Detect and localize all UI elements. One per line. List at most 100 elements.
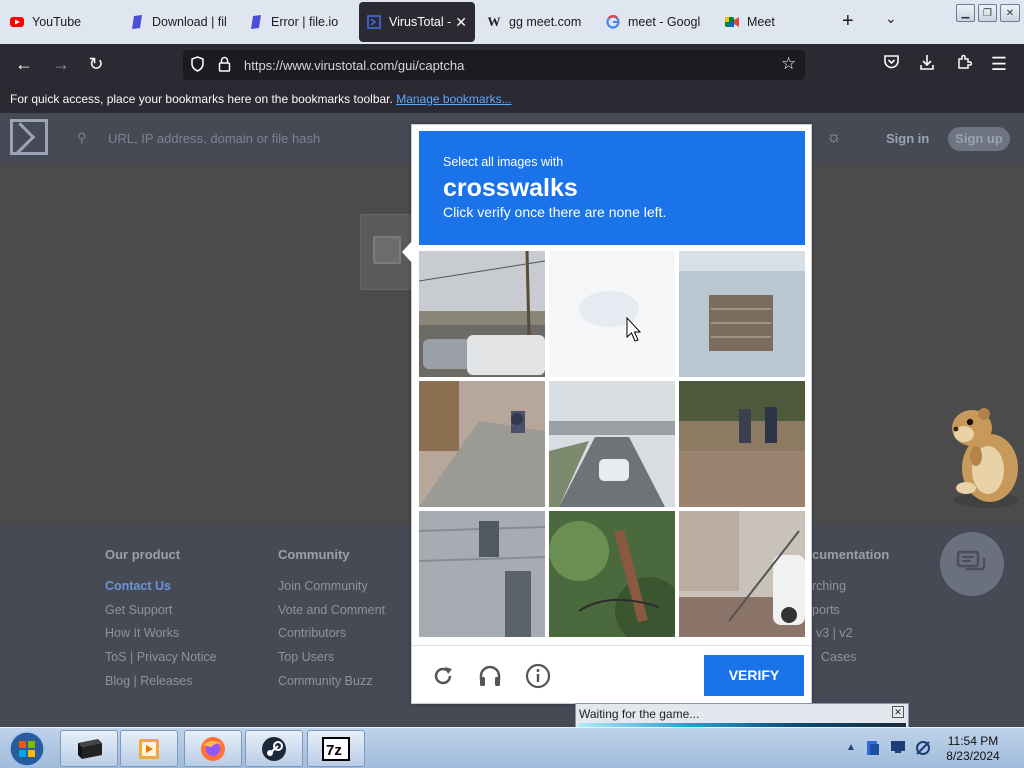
close-window-icon[interactable]: ✕ <box>1000 4 1020 22</box>
captcha-prompt: Select all images with crosswalks Click … <box>419 131 805 245</box>
taskbar-7zip[interactable]: 7z <box>307 730 365 767</box>
tab-meet-search[interactable]: W gg meet.com <box>487 2 592 42</box>
footer-link[interactable]: Community Buzz <box>278 674 385 698</box>
verify-button[interactable]: VERIFY <box>704 655 804 696</box>
tray-expand-icon[interactable]: ▲ <box>846 742 856 753</box>
tab-label: meet - Googl <box>628 15 701 29</box>
tab-label: VirusTotal - <box>389 15 452 29</box>
sun-icon[interactable]: ☼ <box>826 127 842 147</box>
reload-icon[interactable]: ↻ <box>85 54 107 75</box>
lock-icon[interactable] <box>218 56 231 76</box>
headphones-icon[interactable] <box>477 663 503 689</box>
footer-link[interactable]: Join Community <box>278 579 385 603</box>
bookmark-star-icon[interactable]: ☆ <box>781 54 796 74</box>
captcha-tile[interactable] <box>679 381 805 507</box>
tab-label: Meet <box>747 15 775 29</box>
virustotal-icon <box>367 15 381 29</box>
captcha-challenge: Select all images with crosswalks Click … <box>402 124 812 704</box>
bookmarks-toolbar: For quick access, place your bookmarks h… <box>0 86 1024 113</box>
sign-in-link[interactable]: Sign in <box>886 131 929 146</box>
shield-icon[interactable] <box>190 56 205 76</box>
svg-text:7z: 7z <box>326 742 342 759</box>
footer-link[interactable]: Contact Us <box>105 579 217 603</box>
captcha-tile[interactable] <box>419 511 545 637</box>
fileio-icon <box>249 15 263 29</box>
youtube-icon <box>10 15 24 29</box>
footer-link[interactable]: Blog | Releases <box>105 674 217 698</box>
captcha-tile[interactable] <box>549 511 675 637</box>
sign-up-button[interactable]: Sign up <box>948 127 1010 151</box>
start-button[interactable] <box>5 728 49 768</box>
new-tab-icon[interactable]: + <box>842 10 854 33</box>
chevron-down-icon[interactable]: ⌄ <box>885 10 897 27</box>
footer-link[interactable]: rching <box>812 579 889 603</box>
footer-column-documentation: cumentation rching ports v3 | v2 Cases <box>812 547 889 674</box>
system-clock[interactable]: 11:54 PM 8/23/2024 <box>938 734 1008 764</box>
footer-heading: Our product <box>105 547 181 562</box>
pocket-icon[interactable] <box>880 54 902 75</box>
tab-youtube[interactable]: YouTube <box>10 2 120 42</box>
footer-link[interactable]: ports <box>812 603 889 627</box>
tray-network-icon[interactable] <box>915 740 931 759</box>
prompt-instruction: Select all images with <box>443 155 564 169</box>
fileio-icon <box>130 15 144 29</box>
footer-link[interactable]: Cases <box>812 650 889 674</box>
popup-text: Waiting for the game... <box>579 707 700 721</box>
navigation-bar: ← → ↻ https://www.virustotal.com/gui/cap… <box>0 44 1024 86</box>
taskbar-firefox[interactable] <box>184 730 242 767</box>
tab-virustotal[interactable]: VirusTotal - ✕ <box>359 2 475 42</box>
footer-link[interactable]: How It Works <box>105 626 217 650</box>
footer-column-product: Our product Contact Us Get Support How I… <box>105 547 217 697</box>
clock-time: 11:54 PM <box>947 734 999 748</box>
captcha-tile[interactable] <box>419 381 545 507</box>
forward-icon[interactable]: → <box>50 54 72 75</box>
search-input[interactable]: URL, IP address, domain or file hash <box>108 131 320 146</box>
tab-google[interactable]: meet - Googl <box>606 2 706 42</box>
footer-link[interactable]: Vote and Comment <box>278 603 385 627</box>
tray-display-icon[interactable] <box>890 740 906 757</box>
captcha-tile[interactable] <box>549 381 675 507</box>
captcha-tile[interactable] <box>679 511 805 637</box>
footer-link[interactable]: Contributors <box>278 626 385 650</box>
prompt-target: crosswalks <box>443 174 578 202</box>
footer-heading: Community <box>278 547 350 562</box>
url-text[interactable]: https://www.virustotal.com/gui/captcha <box>244 58 464 73</box>
virustotal-logo-icon[interactable] <box>10 119 48 155</box>
footer-link[interactable]: Get Support <box>105 603 217 627</box>
taskbar: 7z ▲ 11:54 PM 8/23/2024 <box>0 727 1024 768</box>
menu-icon[interactable]: ☰ <box>988 54 1010 75</box>
taskbar-steam[interactable] <box>245 730 303 767</box>
captcha-divider <box>412 645 811 646</box>
tab-label: Download | fil <box>152 15 227 29</box>
mouse-pointer-icon <box>626 316 642 343</box>
captcha-tile[interactable] <box>549 251 675 377</box>
prompt-hint: Click verify once there are none left. <box>443 204 667 220</box>
footer-heading: cumentation <box>812 547 890 562</box>
info-icon[interactable] <box>525 663 551 689</box>
taskbar-media-player[interactable] <box>120 730 178 767</box>
download-icon[interactable] <box>916 54 938 75</box>
manage-bookmarks-link[interactable]: Manage bookmarks... <box>396 92 511 106</box>
footer-link[interactable]: Top Users <box>278 650 385 674</box>
taskbar-terminal[interactable] <box>60 730 118 767</box>
tray-app-icon[interactable] <box>866 740 880 759</box>
chat-icon[interactable] <box>940 532 1004 596</box>
footer-link[interactable]: v3 | v2 <box>812 626 889 650</box>
captcha-tile[interactable] <box>679 251 805 377</box>
close-icon[interactable]: ✕ <box>892 706 904 718</box>
recaptcha-checkbox[interactable] <box>373 236 401 264</box>
footer-link[interactable]: ToS | Privacy Notice <box>105 650 217 674</box>
tab-label: YouTube <box>32 15 82 29</box>
extensions-icon[interactable] <box>953 54 975 75</box>
captcha-tile[interactable] <box>419 251 545 377</box>
tab-meet[interactable]: Meet <box>725 2 825 42</box>
close-icon[interactable]: ✕ <box>455 14 467 31</box>
minimize-icon[interactable]: ▁ <box>956 4 975 22</box>
tab-error[interactable]: Error | file.io <box>249 2 354 42</box>
tab-label: Error | file.io <box>271 15 339 29</box>
address-bar[interactable]: https://www.virustotal.com/gui/captcha ☆ <box>183 50 805 80</box>
reload-icon[interactable] <box>430 663 456 689</box>
tab-download[interactable]: Download | fil <box>130 2 230 42</box>
restore-icon[interactable]: ❐ <box>978 4 997 22</box>
back-icon[interactable]: ← <box>13 54 35 75</box>
